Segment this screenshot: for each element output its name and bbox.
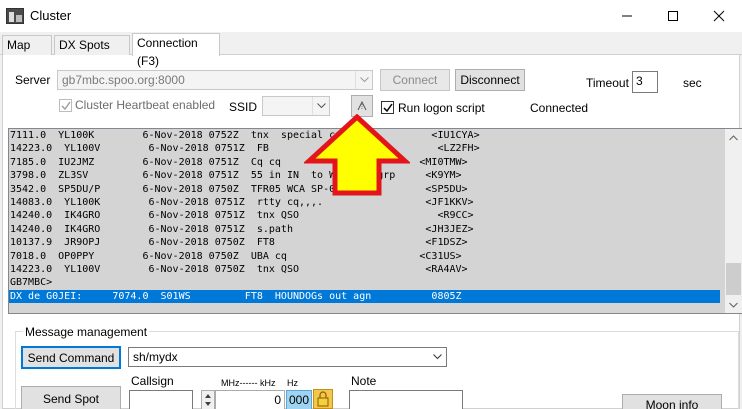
connection-status: Connected [530,101,589,115]
scroll-down-button[interactable] [725,296,742,313]
scroll-up-button[interactable] [725,129,742,146]
ssid-label: SSID [229,100,258,114]
frequency-label: MHz------ kHz [221,378,276,388]
terminal-line: 14240.0 IK4GRO 6-Nov-2018 0751Z s.path <… [10,223,474,235]
connect-button[interactable]: Connect [380,69,450,91]
moon-info-button[interactable]: Moon info [622,394,722,409]
terminal-line: 14223.0 YL100V 6-Nov-2018 0751Z FB <LZ2F… [10,143,480,155]
maximize-icon [668,11,678,21]
heartbeat-label: Cluster Heartbeat enabled [75,98,216,112]
khz-input[interactable]: 0 [215,390,285,409]
window-title: Cluster [30,8,72,23]
terminal-line: 3542.0 SP5DU/P 6-Nov-2018 0750Z TFR05 WC… [10,183,468,195]
connection-panel: Server gb7mbc.spoo.org:8000 Connect Disc… [2,55,742,409]
timeout-unit-label: sec [683,76,702,90]
frequency-stepper[interactable] [201,390,215,409]
run-logon-script-checkbox[interactable] [381,101,394,114]
terminal-prompt: GB7MBC> [10,277,53,289]
terminal-scrollbar[interactable] [725,129,742,313]
chevron-down-icon [429,348,446,366]
cluster-terminal[interactable]: 7111.0 YL100K 6-Nov-2018 0752Z tnx speci… [8,128,742,314]
chevron-down-icon [312,97,329,115]
tab-dx-spots[interactable]: DX Spots (F2) [54,35,130,70]
close-icon [713,10,725,22]
server-value: gb7mbc.spoo.org:8000 [62,73,185,87]
tab-map[interactable]: Map (F1) [2,35,52,70]
note-label: Note [351,374,377,388]
terminal-line: 7111.0 YL100K 6-Nov-2018 0752Z tnx speci… [10,130,480,141]
lock-icon [317,391,329,407]
timeout-input[interactable]: 3 [632,71,658,93]
message-management-title: Message management [23,325,150,339]
command-combobox[interactable]: sh/mydx [128,347,447,367]
run-logon-script-label: Run logon script [398,101,485,115]
minimize-icon [622,15,632,17]
terminal-line: 14223.0 YL100V 6-Nov-2018 0750Z tnx QSO … [10,263,468,275]
minimize-button[interactable] [604,0,650,32]
chevron-down-icon [729,302,738,308]
note-input[interactable] [349,390,463,409]
terminal-line: 10137.9 JR9OPJ 6-Nov-2018 0750Z FT8 <F1D… [10,237,468,249]
hz-label: Hz [287,378,298,388]
terminal-line: 14240.0 IK4GRO 6-Nov-2018 0751Z tnx QSO … [10,210,474,222]
command-value: sh/mydx [133,350,178,364]
ssid-combobox[interactable] [262,96,330,116]
heartbeat-checkbox[interactable] [59,99,72,112]
timeout-label: Timeout [586,76,629,90]
close-button[interactable] [696,0,742,32]
callsign-input[interactable] [129,390,193,409]
maximize-button[interactable] [650,0,696,32]
up-down-arrows-icon [205,394,211,406]
callsign-label: Callsign [131,374,174,388]
script-edit-icon [357,100,367,111]
terminal-line: 7185.0 IU2JMZ 6-Nov-2018 0751Z Cq cq <MI… [10,156,468,168]
tab-connection[interactable]: Connection (F3) [132,33,220,68]
scrollbar-thumb[interactable] [726,263,741,295]
checkmark-icon [60,101,71,110]
server-combobox[interactable]: gb7mbc.spoo.org:8000 [57,70,373,90]
checkmark-icon [382,103,393,112]
app-icon [6,8,24,24]
terminal-line: 14083.0 YL100K 6-Nov-2018 0751Z rtty cq,… [10,196,474,208]
chevron-down-icon [355,71,372,89]
script-editor-button[interactable] [351,95,373,117]
hz-input[interactable]: 000 [286,390,312,409]
title-bar: Cluster [0,0,742,32]
send-spot-button[interactable]: Send Spot [21,386,121,409]
terminal-line: 3798.0 ZL3SV 6-Nov-2018 0751Z 55 in IN t… [10,170,462,182]
server-label: Server [15,73,51,87]
send-command-button[interactable]: Send Command [21,346,121,369]
disconnect-button[interactable]: Disconnect [455,69,525,91]
terminal-selected-line[interactable]: DX de G0JEI: 7074.0 S01WS FT8 HOUNDOGs o… [9,289,720,304]
chevron-up-icon [729,134,738,140]
tab-strip: Map (F1) DX Spots (F2) Connection (F3) [0,33,742,70]
lock-button[interactable] [313,389,333,409]
terminal-lines: 7111.0 YL100K 6-Nov-2018 0752Z tnx speci… [9,129,720,304]
terminal-line: 7018.0 OP0PPY 6-Nov-2018 0750Z UBA cq <C… [10,250,462,262]
